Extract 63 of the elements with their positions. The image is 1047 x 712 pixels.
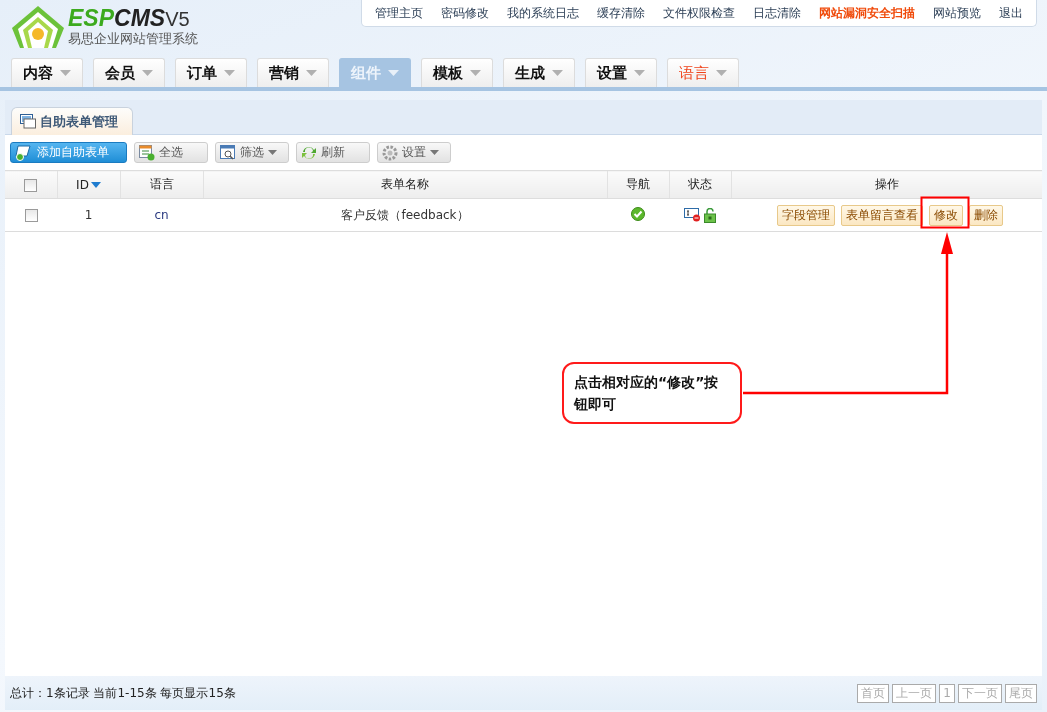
top-link[interactable]: 缓存清除 bbox=[588, 4, 654, 22]
nav-tab[interactable]: 设置 bbox=[585, 58, 657, 87]
nav-tab[interactable]: 订单 bbox=[175, 58, 247, 87]
nav-tab[interactable]: 生成 bbox=[503, 58, 575, 87]
check-circle-icon[interactable] bbox=[631, 206, 645, 221]
unlocked-padlock-icon[interactable] bbox=[704, 207, 716, 223]
record-summary: 总计：1条记录 当前1-15条 每页显示15条 bbox=[10, 684, 236, 702]
nav-tab[interactable]: 内容 bbox=[11, 58, 83, 87]
select-all-checkbox[interactable] bbox=[24, 178, 38, 192]
nav-tab[interactable]: 营销 bbox=[257, 58, 329, 87]
card-minus-icon[interactable] bbox=[684, 208, 701, 222]
highlight-frame bbox=[920, 196, 970, 229]
panel-tab[interactable]: 自助表单管理 bbox=[11, 107, 133, 135]
caret-icon bbox=[306, 70, 317, 76]
row-checkbox[interactable] bbox=[24, 209, 38, 222]
caret-icon bbox=[388, 70, 399, 76]
table-add-icon bbox=[139, 144, 155, 161]
action-button[interactable]: 删除 bbox=[968, 204, 1003, 226]
sort-icon[interactable] bbox=[90, 182, 101, 188]
caret-icon bbox=[224, 70, 235, 76]
settings-icon bbox=[382, 144, 398, 161]
action-button[interactable]: 表单留言查看 bbox=[840, 204, 923, 226]
column-header: 语言 bbox=[120, 170, 203, 199]
toolbar-button[interactable]: 刷新 bbox=[296, 142, 370, 163]
table-cell: 1 bbox=[84, 208, 93, 222]
magnifier-window-icon bbox=[220, 144, 236, 161]
top-link[interactable]: 密码修改 bbox=[432, 4, 498, 22]
top-link[interactable]: 管理主页 bbox=[366, 4, 432, 22]
caret-icon bbox=[60, 70, 71, 76]
add-document-icon bbox=[15, 144, 33, 161]
table-cell: cn bbox=[154, 208, 169, 222]
action-button[interactable]: 修改 bbox=[928, 204, 963, 226]
nav-tab[interactable]: 语言 bbox=[667, 58, 739, 87]
top-link[interactable]: 网站漏洞安全扫描 bbox=[810, 4, 924, 22]
caret-icon bbox=[634, 70, 645, 76]
callout-box: 点击相对应的“修改”按钮即可 bbox=[562, 362, 742, 424]
top-link[interactable]: 退出 bbox=[990, 4, 1032, 22]
toolbar-button[interactable]: 全选 bbox=[134, 142, 208, 163]
logo-version: V5 bbox=[165, 7, 190, 31]
nav-tab[interactable]: 会员 bbox=[93, 58, 165, 87]
column-header: 导航 bbox=[607, 170, 669, 199]
toolbar-button[interactable]: 筛选 bbox=[215, 142, 289, 163]
table-cell: 客户反馈（feedback） bbox=[341, 207, 469, 222]
logo-subtitle: 易思企业网站管理系统 bbox=[68, 30, 198, 47]
column-header: ID bbox=[57, 170, 120, 199]
refresh-icon bbox=[301, 144, 317, 161]
caret-icon bbox=[142, 70, 153, 76]
logo-emblem-icon bbox=[10, 4, 66, 48]
top-link[interactable]: 我的系统日志 bbox=[498, 4, 588, 22]
caret-icon bbox=[470, 70, 481, 76]
action-button[interactable]: 字段管理 bbox=[776, 204, 835, 226]
caret-icon bbox=[716, 70, 727, 76]
monitor-icon bbox=[20, 114, 36, 129]
logo-brand: ESPCMS bbox=[68, 5, 166, 30]
column-header: 表单名称 bbox=[203, 170, 607, 199]
column-header: 操作 bbox=[731, 170, 1042, 199]
caret-icon bbox=[552, 70, 563, 76]
top-link[interactable]: 文件权限检查 bbox=[654, 4, 744, 22]
column-header: 状态 bbox=[669, 170, 731, 199]
toolbar-button[interactable]: 设置 bbox=[377, 142, 451, 163]
nav-tab[interactable]: 模板 bbox=[421, 58, 493, 87]
top-link[interactable]: 网站预览 bbox=[924, 4, 990, 22]
top-link[interactable]: 日志清除 bbox=[744, 4, 810, 22]
